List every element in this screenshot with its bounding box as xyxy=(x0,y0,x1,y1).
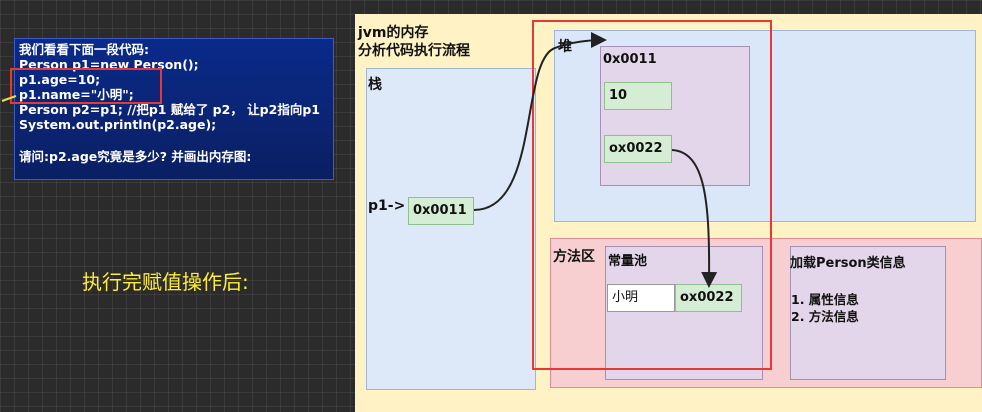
p1-to-object-arrow xyxy=(473,32,607,211)
code-pointer-arrow xyxy=(1,95,17,102)
name-to-pool-arrow xyxy=(671,149,718,288)
reference-arrows xyxy=(1,32,718,288)
